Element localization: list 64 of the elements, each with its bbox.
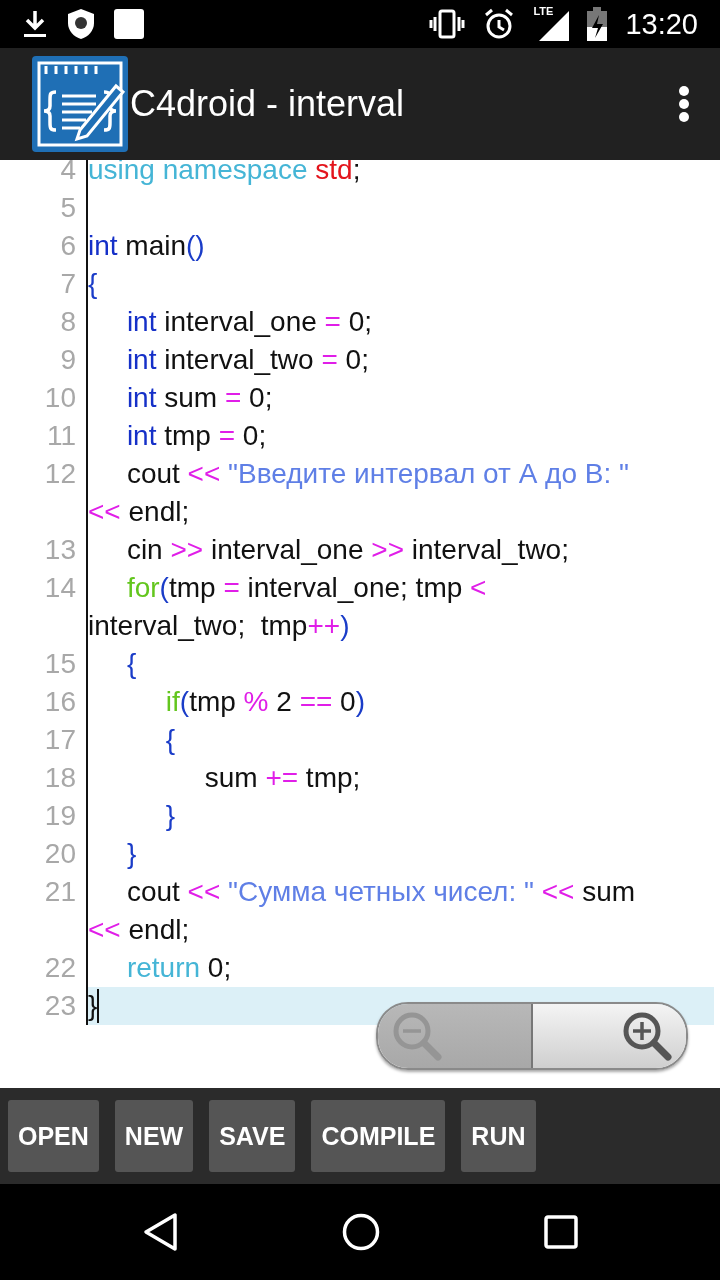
toolbar-button[interactable]: RUN — [461, 1100, 536, 1172]
line-number: 7 — [59, 267, 77, 301]
line-number: 18 — [43, 761, 77, 795]
line-number: 22 — [43, 951, 77, 985]
line-number: 4 — [59, 160, 77, 187]
code-text: cout << "Введите интервал от А до В: " — [125, 457, 629, 491]
line-number: 21 — [43, 875, 77, 909]
vibrate-icon — [429, 9, 466, 39]
line-number: 13 — [43, 533, 77, 567]
code-text: if(tmp % 2 == 0) — [164, 685, 366, 719]
line-number: 9 — [59, 343, 77, 377]
line-number: 19 — [43, 799, 77, 833]
home-icon[interactable] — [341, 1212, 381, 1252]
code-text: { — [125, 647, 137, 681]
toolbar-button[interactable]: COMPILE — [311, 1100, 446, 1172]
toolbar-button[interactable]: NEW — [114, 1100, 194, 1172]
toolbar-button[interactable]: SAVE — [209, 1100, 296, 1172]
network-type-label: LTE — [533, 5, 554, 17]
code-text: int interval_two = 0; — [125, 343, 369, 377]
square-icon — [114, 9, 144, 39]
notepad-braces-icon — [32, 56, 128, 152]
line-number: 6 — [59, 229, 77, 263]
line-number: 10 — [43, 381, 77, 415]
zoom-in-button[interactable] — [533, 1004, 686, 1068]
code-text: } — [125, 837, 137, 871]
menu-icon — [678, 86, 690, 122]
code-text: int sum = 0; — [125, 381, 273, 415]
zoom-in-icon — [622, 1011, 672, 1061]
code-text: interval_two; tmp++) — [88, 609, 350, 643]
code-text: return 0; — [125, 951, 232, 985]
line-number: 5 — [59, 191, 77, 225]
code-text: int interval_one = 0; — [125, 305, 373, 339]
download-icon — [22, 9, 48, 39]
clock: 13:20 — [625, 7, 698, 41]
line-number: 12 — [43, 457, 77, 491]
line-number: 8 — [59, 305, 77, 339]
line-number: 15 — [43, 647, 77, 681]
code-text: << endl; — [88, 913, 190, 947]
code-text: { — [88, 267, 98, 301]
code-text: cout << "Сумма четных чисел: " << sum — [125, 875, 636, 909]
line-number: 14 — [43, 571, 77, 605]
toolbar-button[interactable]: OPEN — [8, 1100, 99, 1172]
code-text: for(tmp = interval_one; tmp < — [125, 571, 487, 605]
alarm-icon — [483, 8, 516, 40]
code-text: { — [164, 723, 176, 757]
code-text: << endl; — [88, 495, 190, 529]
back-icon[interactable] — [141, 1212, 178, 1252]
overflow-menu-button[interactable] — [678, 86, 690, 122]
code-text: cin >> interval_one >> interval_two; — [125, 533, 569, 567]
code-text: int tmp = 0; — [125, 419, 267, 453]
code-text: int main() — [88, 229, 205, 263]
line-number: 20 — [43, 837, 77, 871]
recents-icon[interactable] — [544, 1215, 579, 1249]
zoom-out-icon — [392, 1011, 442, 1061]
line-number: 23 — [43, 989, 77, 1023]
line-number: 11 — [45, 419, 77, 453]
battery-charging-icon — [587, 7, 608, 41]
app-title: C4droid - interval — [130, 83, 406, 125]
shield-icon — [66, 8, 96, 40]
code-text: } — [88, 989, 98, 1023]
code-text: sum += tmp; — [203, 761, 361, 795]
line-number: 17 — [43, 723, 77, 757]
code-text: } — [164, 799, 176, 833]
line-number: 16 — [43, 685, 77, 719]
